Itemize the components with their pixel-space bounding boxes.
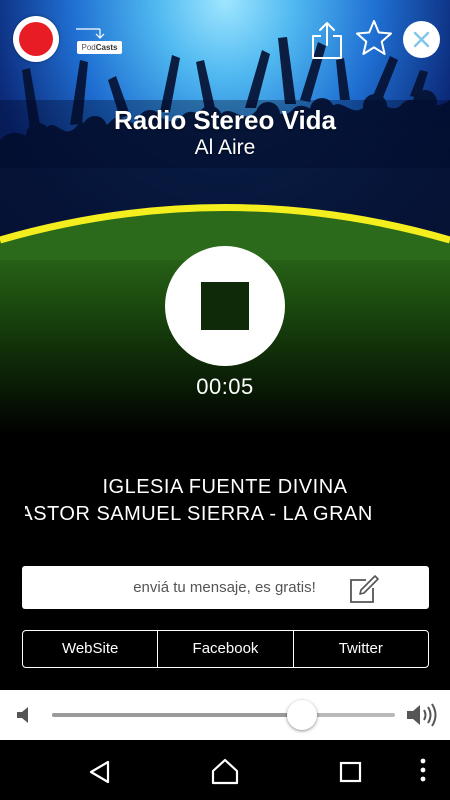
program-subtitle-marquee: PASTOR SAMUEL SIERRA - LA GRAN xyxy=(25,503,420,533)
stop-icon xyxy=(201,282,249,330)
twitter-button[interactable]: Twitter xyxy=(294,631,428,667)
social-links: WebSite Facebook Twitter xyxy=(22,630,429,668)
volume-slider[interactable] xyxy=(52,713,395,717)
volume-slider-thumb[interactable] xyxy=(287,700,318,730)
volume-bar xyxy=(0,690,450,740)
volume-high-icon[interactable] xyxy=(405,701,439,729)
compose-icon[interactable] xyxy=(348,574,380,604)
elapsed-time: 00:05 xyxy=(196,374,254,399)
back-icon[interactable] xyxy=(86,758,114,786)
volume-low-icon[interactable] xyxy=(14,704,36,726)
navigation-bar xyxy=(0,740,450,800)
facebook-button[interactable]: Facebook xyxy=(158,631,294,667)
home-icon[interactable] xyxy=(209,756,241,786)
website-button[interactable]: WebSite xyxy=(23,631,159,667)
program-title: IGLESIA FUENTE DIVINA xyxy=(102,476,348,498)
stop-button[interactable] xyxy=(165,246,285,366)
volume-slider-fill xyxy=(52,713,303,717)
yellow-arc xyxy=(0,204,450,260)
message-field[interactable]: enviá tu mensaje, es gratis! xyxy=(22,566,429,609)
recent-apps-icon[interactable] xyxy=(339,761,363,783)
overflow-menu-icon[interactable] xyxy=(418,757,428,783)
program-subtitle: PASTOR SAMUEL SIERRA - LA GRAN xyxy=(25,503,373,525)
